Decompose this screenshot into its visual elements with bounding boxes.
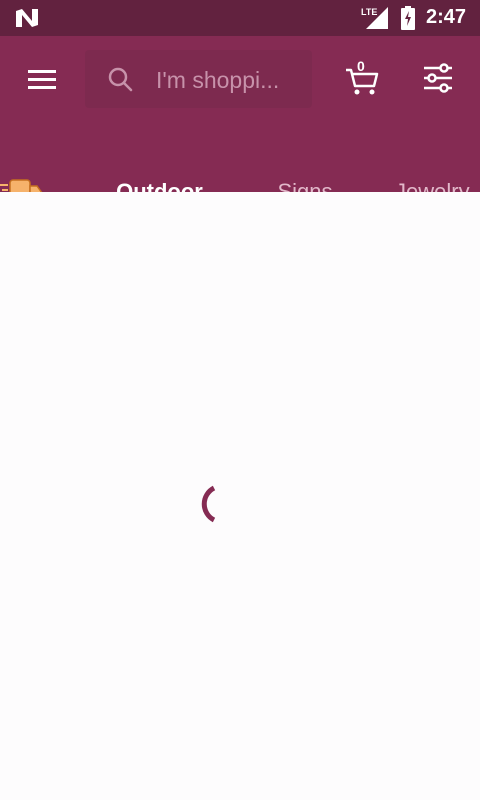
cart-count-badge: 0 <box>357 58 365 74</box>
content-area <box>0 192 480 800</box>
lte-signal-icon: LTE <box>361 7 388 29</box>
status-bar: LTE 2:47 <box>0 0 480 36</box>
search-input[interactable]: I'm shoppi... <box>85 50 312 108</box>
battery-charging-icon <box>401 6 415 30</box>
search-icon <box>108 67 133 92</box>
svg-text:LTE: LTE <box>361 7 377 17</box>
android-n-logo-icon <box>16 9 38 27</box>
loading-spinner-icon <box>201 485 216 523</box>
search-placeholder: I'm shoppi... <box>156 67 280 93</box>
menu-icon[interactable] <box>22 62 62 96</box>
app-bar: I'm shoppi... 0 Outdoor Sign <box>0 36 480 228</box>
status-clock: 2:47 <box>426 6 467 28</box>
filter-icon[interactable] <box>420 60 456 96</box>
cart-button[interactable]: 0 <box>342 58 382 98</box>
